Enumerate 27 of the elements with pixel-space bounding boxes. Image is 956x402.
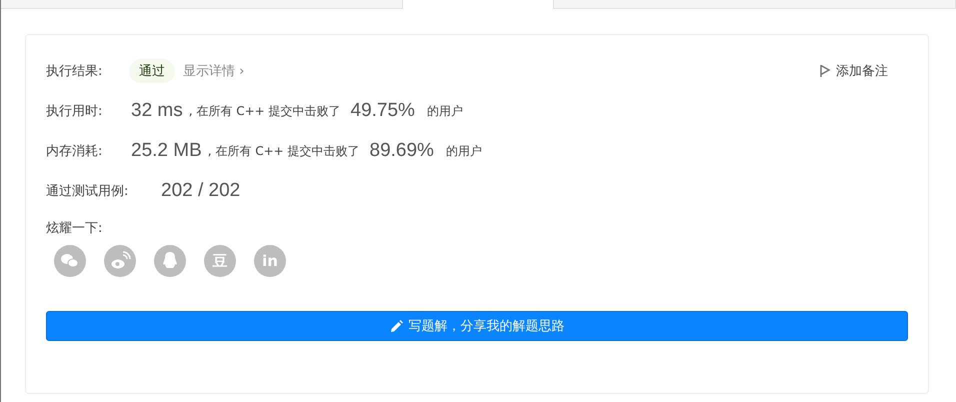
result-label: 执行结果:	[46, 63, 104, 80]
tab[interactable]	[1, 0, 403, 9]
tab[interactable]	[554, 0, 956, 9]
status-badge: 通过	[129, 59, 175, 83]
eye-swirl-icon[interactable]	[104, 245, 136, 277]
stat-value: 25.2 MB	[131, 140, 202, 162]
tests-value: 202 / 202	[161, 180, 240, 202]
stat-percent: 49.75%	[350, 100, 415, 122]
stat-suffix: 的用户	[426, 102, 463, 120]
add-note-button[interactable]: 添加备注	[813, 61, 894, 81]
stat-text: , 在所有 C++ 提交中击败了	[188, 102, 340, 120]
stat-value: 32 ms	[131, 100, 183, 122]
tests-label: 通过测试用例:	[46, 183, 130, 200]
stat-label: 内存消耗:	[46, 143, 104, 160]
stat-text: , 在所有 C++ 提交中击败了	[208, 142, 360, 160]
penguin-icon[interactable]	[154, 245, 186, 277]
share-label: 炫耀一下:	[46, 220, 104, 237]
chat-bubbles-icon[interactable]	[54, 245, 86, 277]
details-link[interactable]: 显示详情 ›	[183, 62, 244, 80]
stat-suffix: 的用户	[446, 142, 482, 160]
share-icon[interactable]: in	[254, 245, 286, 277]
stat-label: 执行用时:	[46, 103, 104, 120]
write-solution-button[interactable]: 写题解，分享我的解题思路	[46, 311, 908, 341]
pencil-icon	[390, 320, 402, 332]
stat-percent: 89.69%	[370, 140, 434, 162]
flag-icon	[819, 64, 831, 78]
share-icon[interactable]: 豆	[204, 245, 236, 277]
